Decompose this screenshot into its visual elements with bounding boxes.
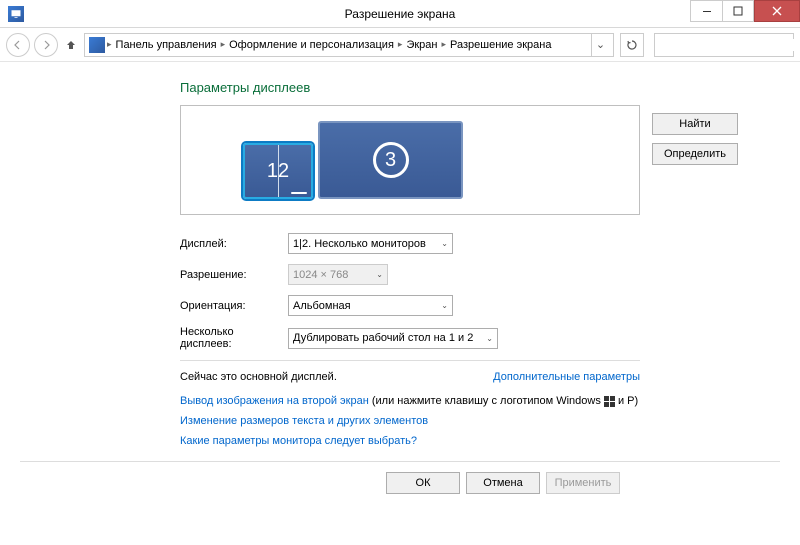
window-controls (690, 0, 800, 27)
display-preview: 1 2 3 (180, 105, 640, 215)
settings-form: Дисплей: 1|2. Несколько мониторов ⌄ Разр… (180, 233, 800, 350)
resolution-select: 1024 × 768 ⌄ (288, 264, 388, 285)
chevron-down-icon: ⌄ (376, 270, 383, 279)
primary-display-text: Сейчас это основной дисплей. (180, 371, 337, 383)
ok-button[interactable]: ОК (386, 472, 460, 494)
multi-display-select[interactable]: Дублировать рабочий стол на 1 и 2 ⌄ (288, 328, 498, 349)
close-button[interactable] (754, 0, 800, 22)
advanced-settings-link[interactable]: Дополнительные параметры (493, 371, 640, 383)
project-suffix: (или нажмите клавишу с логотипом Windows (369, 395, 604, 407)
minimize-button[interactable] (690, 0, 722, 22)
select-value: Дублировать рабочий стол на 1 и 2 (293, 332, 473, 344)
breadcrumb-item[interactable]: Оформление и персонализация (227, 39, 396, 51)
chevron-right-icon: ▸ (398, 39, 403, 50)
breadcrumb[interactable]: ▸ Панель управления ▸ Оформление и персо… (84, 33, 614, 57)
monitor-1-2[interactable]: 1 2 (243, 143, 313, 199)
forward-button[interactable] (34, 33, 58, 57)
address-bar: ▸ Панель управления ▸ Оформление и персо… (0, 28, 800, 62)
info-row: Сейчас это основной дисплей. Дополнитель… (180, 371, 640, 383)
monitor-thumbnails: 1 2 3 (243, 121, 463, 199)
select-value: 1024 × 768 (293, 269, 348, 281)
app-icon (8, 6, 24, 22)
control-panel-icon (89, 37, 105, 53)
breadcrumb-dropdown[interactable]: ⌄ (591, 34, 609, 56)
breadcrumb-item[interactable]: Разрешение экрана (448, 39, 553, 51)
monitor-label: 3 (373, 142, 409, 178)
chevron-down-icon: ⌄ (486, 334, 493, 343)
chevron-down-icon: ⌄ (441, 301, 448, 310)
display-select[interactable]: 1|2. Несколько мониторов ⌄ (288, 233, 453, 254)
chevron-right-icon: ▸ (107, 39, 112, 50)
monitor-label: 2 (278, 160, 289, 183)
select-value: Альбомная (293, 300, 351, 312)
titlebar: Разрешение экрана (0, 0, 800, 28)
detect-button[interactable]: Определить (652, 143, 738, 165)
monitor-3[interactable]: 3 (318, 121, 463, 199)
windows-logo-icon (604, 396, 615, 407)
breadcrumb-item[interactable]: Панель управления (114, 39, 219, 51)
content-area: Параметры дисплеев 1 2 3 Найти Определит… (0, 62, 800, 447)
apply-button: Применить (546, 472, 620, 494)
orientation-select[interactable]: Альбомная ⌄ (288, 295, 453, 316)
maximize-button[interactable] (722, 0, 754, 22)
back-button[interactable] (6, 33, 30, 57)
find-button[interactable]: Найти (652, 113, 738, 135)
which-settings-link[interactable]: Какие параметры монитора следует выбрать… (180, 435, 417, 447)
search-input[interactable] (659, 39, 800, 51)
dialog-buttons: ОК Отмена Применить (0, 462, 800, 494)
select-value: 1|2. Несколько мониторов (293, 238, 426, 250)
page-heading: Параметры дисплеев (180, 80, 800, 95)
monitor-label: 1 (267, 160, 278, 183)
chevron-right-icon: ▸ (441, 39, 446, 50)
chevron-right-icon: ▸ (221, 39, 226, 50)
refresh-button[interactable] (620, 33, 644, 57)
window-title: Разрешение экрана (0, 7, 800, 21)
search-box[interactable] (654, 33, 794, 57)
breadcrumb-item[interactable]: Экран (404, 39, 439, 51)
resolution-label: Разрешение: (180, 269, 288, 281)
up-button[interactable] (62, 39, 80, 51)
cancel-button[interactable]: Отмена (466, 472, 540, 494)
multi-display-label: Несколько дисплеев: (180, 326, 288, 350)
chevron-down-icon: ⌄ (441, 239, 448, 248)
divider (180, 360, 640, 361)
project-line: Вывод изображения на второй экран (или н… (180, 395, 800, 407)
text-size-link[interactable]: Изменение размеров текста и других элеме… (180, 415, 428, 427)
project-suffix2: и P) (615, 395, 638, 407)
orientation-label: Ориентация: (180, 300, 288, 312)
display-label: Дисплей: (180, 238, 288, 250)
project-link[interactable]: Вывод изображения на второй экран (180, 395, 369, 407)
